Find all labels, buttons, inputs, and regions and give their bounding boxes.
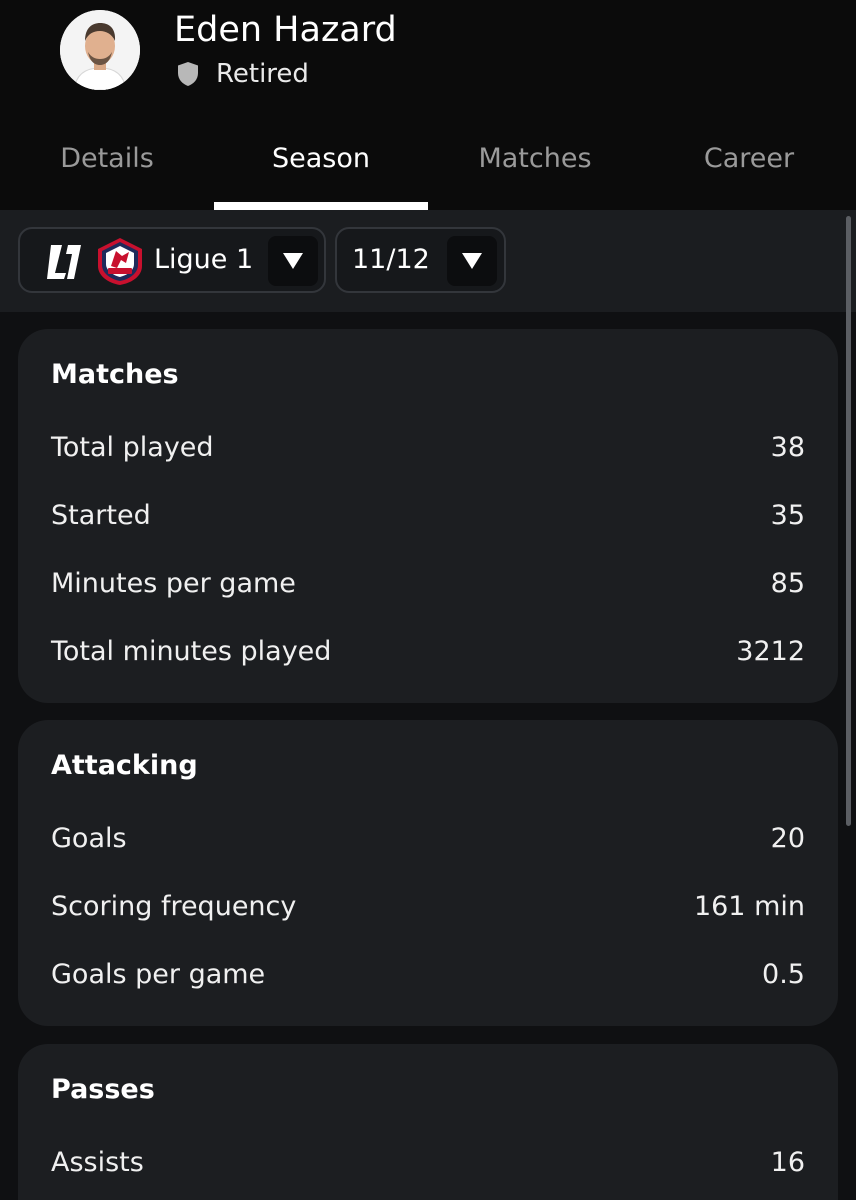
player-avatar [60, 10, 140, 90]
stat-value: 161 min [693, 891, 805, 922]
stat-value: 35 [770, 500, 805, 531]
stat-row: Minutes per game 85 [51, 562, 805, 606]
stat-value: 16 [770, 1147, 805, 1178]
stat-value: 20 [770, 823, 805, 854]
season-dropdown-button[interactable] [447, 236, 497, 286]
stat-label: Total minutes played [51, 636, 332, 667]
league-dropdown-button[interactable] [268, 236, 318, 286]
tab-details[interactable]: Details [0, 130, 214, 210]
section-title: Attacking [51, 750, 198, 781]
attacking-section: Attacking Goals 20 Scoring frequency 161… [18, 720, 838, 1026]
stat-row: Goals 20 [51, 817, 805, 861]
filter-bar: Ligue 1 11/12 [0, 210, 856, 312]
stat-label: Goals per game [51, 959, 266, 990]
stat-value: 38 [770, 432, 805, 463]
player-status-label: Retired [216, 59, 309, 89]
stat-value: 3212 [736, 636, 805, 667]
tab-matches-label: Matches [478, 143, 592, 174]
player-name: Eden Hazard [174, 10, 397, 50]
stat-row: Started 35 [51, 494, 805, 538]
scrollbar[interactable] [846, 216, 851, 826]
season-selector-label: 11/12 [352, 244, 430, 275]
player-status: Retired [176, 56, 309, 92]
tab-career[interactable]: Career [642, 130, 856, 210]
stat-row: Total played 38 [51, 426, 805, 470]
tab-season-label: Season [272, 143, 370, 174]
tab-details-label: Details [60, 143, 154, 174]
ligue1-logo-icon [47, 245, 81, 279]
passes-section: Passes Assists 16 [18, 1044, 838, 1200]
stat-value: 0.5 [762, 959, 805, 990]
stat-row: Assists 16 [51, 1141, 805, 1185]
stat-value: 85 [770, 568, 805, 599]
section-title: Passes [51, 1074, 155, 1105]
section-title: Matches [51, 359, 179, 390]
matches-section: Matches Total played 38 Started 35 Minut… [18, 329, 838, 703]
stat-label: Goals [51, 823, 127, 854]
tab-career-label: Career [703, 143, 795, 174]
tab-bar: Details Season Matches Career [0, 130, 856, 210]
league-selector-label: Ligue 1 [154, 244, 254, 275]
stat-label: Total played [51, 432, 214, 463]
tab-season[interactable]: Season [214, 130, 428, 210]
player-header: Eden Hazard Retired Details Season Match… [0, 0, 856, 210]
tab-matches[interactable]: Matches [428, 130, 642, 210]
stat-label: Scoring frequency [51, 891, 297, 922]
caret-down-icon [283, 253, 303, 269]
stat-row: Scoring frequency 161 min [51, 885, 805, 929]
stat-row: Goals per game 0.5 [51, 953, 805, 997]
stat-label: Minutes per game [51, 568, 296, 599]
player-photo-icon [60, 10, 140, 90]
stat-label: Assists [51, 1147, 144, 1178]
shield-icon [178, 62, 198, 86]
stat-row: Total minutes played 3212 [51, 630, 805, 674]
season-selector[interactable]: 11/12 [335, 227, 506, 293]
losc-crest-icon [98, 238, 142, 285]
active-tab-indicator [214, 202, 428, 210]
league-selector[interactable]: Ligue 1 [18, 227, 326, 293]
stat-label: Started [51, 500, 151, 531]
caret-down-icon [462, 253, 482, 269]
